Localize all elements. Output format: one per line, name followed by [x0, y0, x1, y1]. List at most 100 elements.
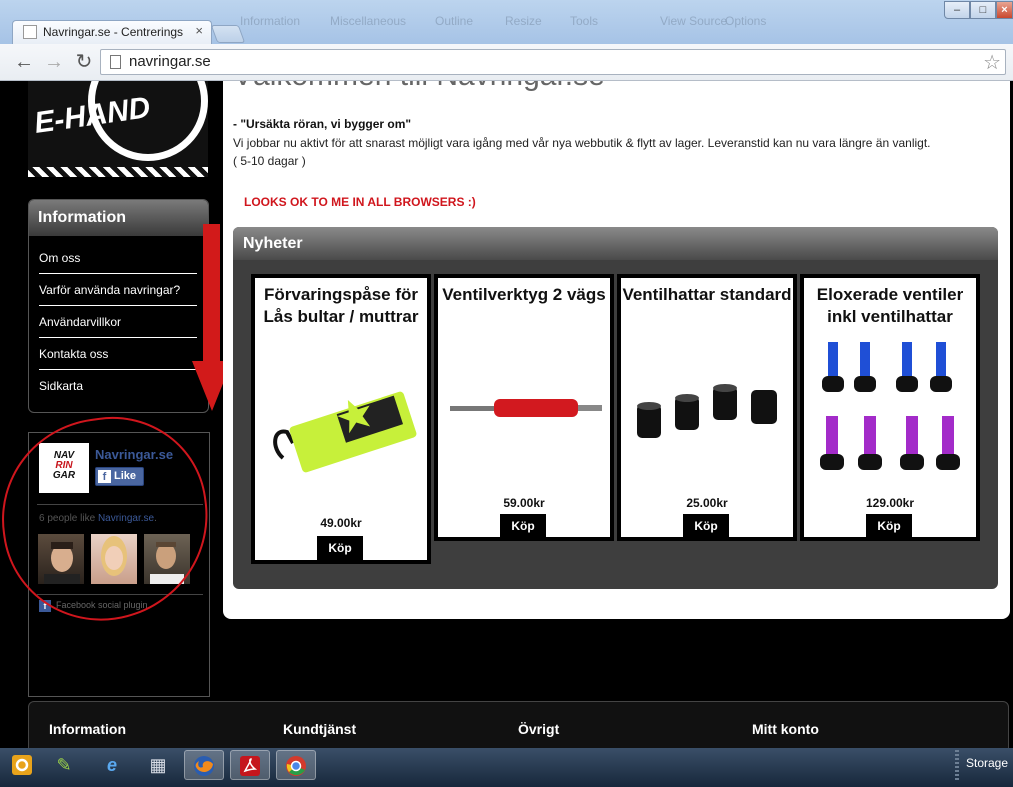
- product-image-anodized-valves[interactable]: [810, 338, 974, 488]
- ghost-item: Information: [240, 14, 301, 28]
- facebook-likes-count: 6 people like Navringar.se.: [39, 513, 157, 524]
- footer-heading-ovrigt: Övrigt: [518, 721, 560, 737]
- tray-storage-label[interactable]: Storage: [966, 756, 1008, 770]
- internet-explorer-icon[interactable]: e: [92, 750, 132, 780]
- avatar-face-icon: [44, 542, 80, 584]
- address-bar[interactable]: navringar.se ☆: [100, 49, 1006, 75]
- product-name[interactable]: Ventilhattar standard: [621, 284, 793, 306]
- fan-avatar[interactable]: [144, 534, 190, 584]
- product-price: 49.00kr: [320, 516, 362, 530]
- buy-button[interactable]: Köp: [866, 514, 912, 538]
- logo-sawtooth-edge: [28, 167, 208, 177]
- ghost-item: Tools: [570, 14, 599, 28]
- sidebar-link-om-oss[interactable]: Om oss: [39, 242, 197, 274]
- sidebar-info-box: Information Om oss Varför använda navrin…: [28, 199, 209, 413]
- page-viewport: E-HAND Information Om oss Varför använda…: [0, 81, 1013, 748]
- tab-title: Navringar.se - Centrerings: [43, 25, 183, 39]
- ghost-item: View Source: [660, 14, 728, 28]
- acrobat-icon[interactable]: [230, 750, 270, 780]
- minimize-button[interactable]: –: [944, 1, 970, 19]
- product-card[interactable]: Ventilverktyg 2 vägs 59.00kr Köp: [434, 274, 614, 541]
- firefox-icon[interactable]: [184, 750, 224, 780]
- sidebar-info-heading: Information: [29, 200, 208, 236]
- page-favicon-icon: [23, 25, 37, 39]
- facebook-like-box: NAV RIN GAR Navringar.se f Like 6 people …: [28, 432, 210, 697]
- product-card[interactable]: Eloxerade ventiler inkl ventilhattar 129…: [800, 274, 980, 541]
- buy-button[interactable]: Köp: [683, 514, 729, 538]
- firefox-glyph: [194, 756, 214, 776]
- divider: [37, 594, 203, 595]
- back-arrow-icon[interactable]: ←: [12, 50, 36, 74]
- site-logo[interactable]: E-HAND: [28, 81, 208, 177]
- likes-page-link[interactable]: Navringar.se: [98, 513, 154, 524]
- app-icon[interactable]: ✎: [44, 750, 84, 780]
- welcome-heading: Välkommen till Navringar.se: [233, 81, 605, 93]
- likes-text: 6 people like: [39, 513, 96, 524]
- product-price: 25.00kr: [686, 496, 728, 510]
- facebook-page-name[interactable]: Navringar.se: [95, 447, 173, 462]
- news-heading: Nyheter: [233, 227, 998, 260]
- likes-suffix: .: [154, 513, 157, 524]
- fan-avatar[interactable]: [91, 534, 137, 584]
- facebook-f-icon: f: [39, 600, 51, 612]
- buy-button[interactable]: Köp: [500, 514, 546, 538]
- chrome-icon[interactable]: [276, 750, 316, 780]
- avatar-face-icon: [101, 536, 127, 576]
- avatar-face-icon: [150, 542, 184, 584]
- announcement-body: Vi jobbar nu aktivt för att snarast möjl…: [233, 134, 993, 170]
- announcement-line: ( 5-10 dagar ): [233, 154, 306, 168]
- footer-heading-kundtjanst: Kundtjänst: [283, 721, 357, 737]
- divider: [37, 504, 203, 505]
- window-close-button[interactable]: ×: [996, 1, 1013, 19]
- product-name[interactable]: Förvaringspåse för Lås bultar / muttrar: [255, 284, 427, 328]
- browser-toolbar: ← → ↻ navringar.se ☆: [0, 44, 1013, 81]
- tab-close-icon[interactable]: ×: [195, 23, 203, 38]
- red-annotation-arrow: [203, 224, 220, 364]
- product-price: 129.00kr: [865, 496, 915, 510]
- product-price: 59.00kr: [503, 496, 545, 510]
- facebook-logo-text: NAV RIN GAR: [41, 451, 87, 481]
- product-card[interactable]: Förvaringspåse för Lås bultar / muttrar …: [251, 274, 431, 564]
- facebook-f-icon: f: [98, 470, 111, 483]
- url-text[interactable]: navringar.se: [129, 53, 211, 70]
- bookmark-star-icon[interactable]: ☆: [983, 50, 1001, 75]
- sidebar-link-sidkarta[interactable]: Sidkarta: [39, 370, 197, 401]
- main-content: Välkommen till Navringar.se - "Ursäkta r…: [223, 81, 1010, 619]
- like-label: Like: [114, 470, 137, 482]
- product-name[interactable]: Eloxerade ventiler inkl ventilhattar: [804, 284, 976, 328]
- sidebar-link-kontakta[interactable]: Kontakta oss: [39, 338, 197, 370]
- facebook-like-button[interactable]: f Like: [95, 467, 144, 486]
- maximize-button[interactable]: □: [970, 1, 996, 19]
- browser-tab-active[interactable]: Navringar.se - Centrerings ×: [12, 20, 212, 44]
- windows-taskbar: ✎ e ▦ Storage: [0, 748, 1013, 787]
- logo-word: GAR: [52, 470, 76, 481]
- ghost-item: Resize: [505, 14, 542, 28]
- product-card[interactable]: Ventilhattar standard 25.00kr Köp: [617, 274, 797, 541]
- footer-heading-mitt-konto: Mitt konto: [752, 721, 819, 737]
- facebook-plugin-label[interactable]: Facebook social plugin: [56, 600, 148, 610]
- calculator-icon[interactable]: ▦: [138, 750, 178, 780]
- browser-titlebar: Information Miscellaneous Outline Resize…: [0, 0, 1013, 44]
- forward-arrow-icon[interactable]: →: [42, 50, 66, 74]
- page-icon: [110, 55, 121, 69]
- ghost-item: Miscellaneous: [330, 14, 407, 28]
- footer-heading-information: Information: [49, 721, 126, 737]
- product-image-valve-tool[interactable]: [444, 388, 608, 428]
- outlook-icon[interactable]: [2, 750, 42, 780]
- reload-icon[interactable]: ↻: [72, 50, 96, 74]
- product-image-valve-caps[interactable]: [629, 378, 789, 448]
- announcement-line: Vi jobbar nu aktivt för att snarast möjl…: [233, 136, 931, 150]
- product-name[interactable]: Ventilverktyg 2 vägs: [438, 284, 610, 306]
- ghost-item: Options: [725, 14, 767, 28]
- site-footer: Information Kundtjänst Övrigt Mitt konto: [28, 701, 1009, 748]
- sidebar-link-varfor[interactable]: Varför använda navringar?: [39, 274, 197, 306]
- product-image-bag[interactable]: [263, 388, 423, 478]
- chrome-glyph: [286, 756, 306, 776]
- facebook-page-logo[interactable]: NAV RIN GAR: [39, 443, 89, 493]
- outlook-glyph: [12, 755, 32, 775]
- fan-avatar[interactable]: [38, 534, 84, 584]
- sidebar-link-anvandarvillkor[interactable]: Användarvillkor: [39, 306, 197, 338]
- buy-button[interactable]: Köp: [317, 536, 363, 560]
- ghost-item: Outline: [435, 14, 474, 28]
- news-panel: Nyheter Förvaringspåse för Lås bultar / …: [233, 227, 998, 589]
